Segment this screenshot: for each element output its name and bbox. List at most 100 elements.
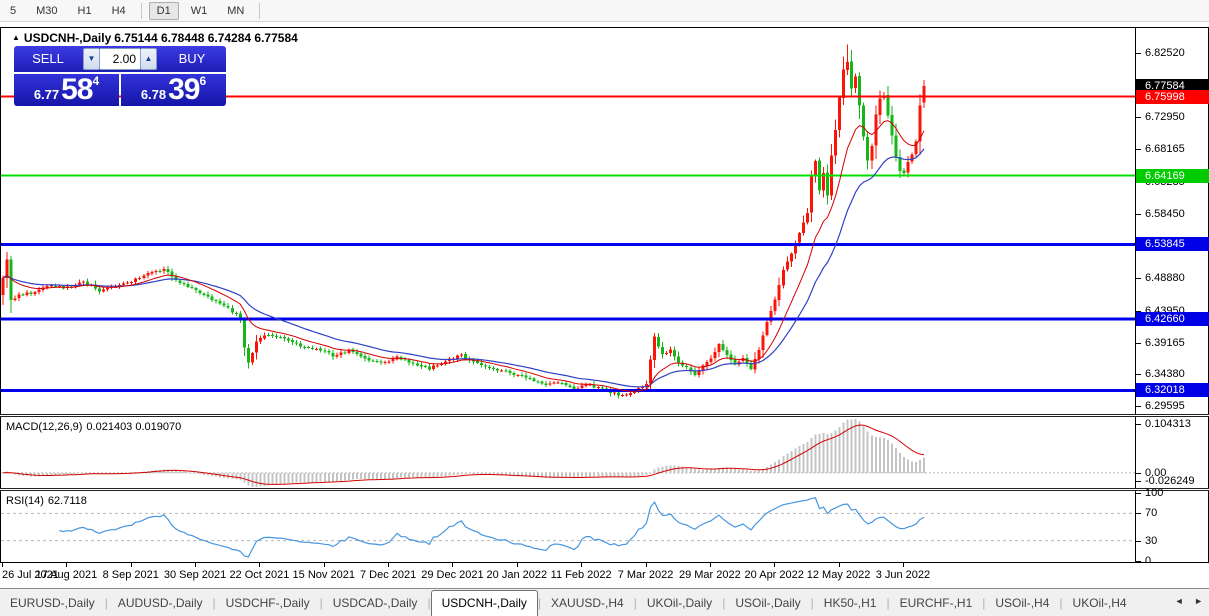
price-badge: 6.42660 <box>1136 312 1209 326</box>
timeframe-button-mn[interactable]: MN <box>219 2 252 20</box>
tab-scroll-left-icon[interactable]: ◄ <box>1175 596 1184 606</box>
tab-eurusd-daily[interactable]: EURUSD-,Daily <box>0 591 105 615</box>
price-tick-label: 6.68165 <box>1145 143 1185 156</box>
tab-usoil-h4[interactable]: USOil-,H4 <box>985 591 1059 615</box>
chart-symbol: USDCNH-,Daily <box>24 31 111 45</box>
date-tick-mark <box>710 563 711 567</box>
rsi-axis-70: 70 <box>1145 507 1157 520</box>
axis-tick-mark <box>1136 374 1141 375</box>
tab-xauusd-h4[interactable]: XAUUSD-,H4 <box>541 591 634 615</box>
trade-prices-row: 6.77 58 4 6.78 39 6 <box>14 74 226 106</box>
tab-eurchf-h1[interactable]: EURCHF-,H1 <box>890 591 983 615</box>
buy-price-display[interactable]: 6.78 39 6 <box>121 74 226 106</box>
macd-panel-separator[interactable] <box>0 414 1209 417</box>
rsi-value: 62.7118 <box>48 495 87 507</box>
timeframe-toolbar: 5M30 H1H4 D1W1MN <box>0 0 1209 22</box>
price-tick-label: 6.39165 <box>1145 337 1185 350</box>
date-label: 15 Nov 2021 <box>293 569 355 581</box>
date-tick-mark <box>66 563 67 567</box>
tab-scroll-right-icon[interactable]: ► <box>1194 596 1203 606</box>
tab-usdcad-daily[interactable]: USDCAD-,Daily <box>323 591 428 615</box>
axis-tick-mark <box>1136 493 1141 494</box>
timeframe-button-h1[interactable]: H1 <box>70 2 100 20</box>
mt4-terminal: 5M30H1H4D1W1MN ▲USDCNH-,Daily6.75144 6.7… <box>0 0 1209 616</box>
axis-tick-mark <box>1136 278 1141 279</box>
price-badge: 6.75998 <box>1136 90 1209 104</box>
tabs-holder: EURUSD-,Daily|AUDUSD-,Daily|USDCHF-,Dail… <box>0 589 1137 616</box>
tab-ukoil-daily[interactable]: UKOil-,Daily <box>637 591 722 615</box>
date-label: 7 Dec 2021 <box>360 569 416 581</box>
date-label: 12 May 2022 <box>807 569 871 581</box>
volume-spinner: ▼ ▲ <box>82 46 158 72</box>
price-tick-label: 6.48880 <box>1145 272 1185 285</box>
sell-button[interactable]: SELL <box>14 46 82 72</box>
tab-hk50-h1[interactable]: HK50-,H1 <box>814 591 887 615</box>
axis-tick-mark <box>1136 53 1141 54</box>
tab-usdcnh-daily[interactable]: USDCNH-,Daily <box>431 590 538 616</box>
price-axis[interactable]: 6.825206.729506.681656.632356.584506.488… <box>1136 27 1209 588</box>
date-label: 11 Feb 2022 <box>551 569 612 581</box>
timeframe-button-d1[interactable]: D1 <box>149 2 179 20</box>
trade-buttons-row: SELL ▼ ▲ BUY <box>14 46 226 72</box>
timeframe-button-m30[interactable]: M30 <box>28 2 65 20</box>
volume-increase-button[interactable]: ▲ <box>140 48 157 70</box>
axis-tick-mark <box>1136 473 1141 474</box>
date-label: 30 Sep 2021 <box>164 569 226 581</box>
chart-title: ▲ USDCNH-,Daily6.75144 6.78448 6.74284 6.… <box>12 31 301 45</box>
chart-ohlc-values: 6.75144 6.78448 6.74284 6.77584 <box>114 31 298 45</box>
timeframe-button-5[interactable]: 5 <box>2 2 24 20</box>
one-click-trade-panel: SELL ▼ ▲ BUY 6.77 58 4 6.78 39 6 <box>14 46 226 106</box>
timeframe-button-w1[interactable]: W1 <box>183 2 216 20</box>
date-tick-mark <box>581 563 582 567</box>
price-badge: 6.32018 <box>1136 383 1209 397</box>
date-tick-mark <box>324 563 325 567</box>
macd-axis-max: 0.104313 <box>1145 418 1191 431</box>
rsi-chart-canvas[interactable] <box>1 492 1135 562</box>
volume-input[interactable] <box>100 48 140 70</box>
axis-tick-mark <box>1136 214 1141 215</box>
tab-usoil-daily[interactable]: USOil-,Daily <box>725 591 810 615</box>
sell-price-point: 4 <box>93 76 100 86</box>
price-tick-label: 6.72950 <box>1145 111 1185 124</box>
rsi-panel-separator[interactable] <box>0 488 1209 491</box>
volume-decrease-button[interactable]: ▼ <box>83 48 100 70</box>
tab-audusd-daily[interactable]: AUDUSD-,Daily <box>108 591 213 615</box>
buy-price-pips: 39 <box>168 76 199 104</box>
axis-tick-mark <box>1136 561 1141 562</box>
rsi-axis-30: 30 <box>1145 535 1157 548</box>
ma-fast-line <box>3 121 924 392</box>
tab-ukoil-h4[interactable]: UKOil-,H4 <box>1063 591 1137 615</box>
date-label: 8 Sep 2021 <box>103 569 159 581</box>
date-tick-mark <box>903 563 904 567</box>
price-tick-label: 6.82520 <box>1145 47 1185 60</box>
axis-tick-mark <box>1136 513 1141 514</box>
horizontal-level-lines[interactable] <box>1 96 1135 392</box>
sell-price-pips: 58 <box>61 76 92 104</box>
tab-usdchf-daily[interactable]: USDCHF-,Daily <box>216 591 320 615</box>
rsi-axis-100: 100 <box>1145 487 1163 500</box>
sell-price-display[interactable]: 6.77 58 4 <box>14 74 119 106</box>
date-label: 20 Apr 2022 <box>745 569 804 581</box>
buy-price-prefix: 6.78 <box>141 86 166 104</box>
toolbar-separator <box>141 3 142 19</box>
date-label: 17 Aug 2021 <box>35 569 97 581</box>
collapse-triangle-icon[interactable]: ▲ <box>12 33 20 42</box>
toolbar-separator <box>259 3 260 19</box>
symbol-tabbar: EURUSD-,Daily|AUDUSD-,Daily|USDCHF-,Dail… <box>0 588 1209 616</box>
rsi-line <box>59 498 924 557</box>
date-label: 29 Mar 2022 <box>679 569 741 581</box>
price-badge: 6.53845 <box>1136 237 1209 251</box>
macd-name: MACD(12,26,9) <box>6 421 82 433</box>
date-label: 29 Dec 2021 <box>421 569 483 581</box>
tab-scroll-arrows: ◄ ► <box>1167 596 1203 606</box>
date-axis[interactable]: 26 Jul 202117 Aug 20218 Sep 202130 Sep 2… <box>0 563 1209 588</box>
timeframe-button-h4[interactable]: H4 <box>104 2 134 20</box>
buy-button[interactable]: BUY <box>158 46 226 72</box>
date-tick-mark <box>259 563 260 567</box>
sell-price-prefix: 6.77 <box>34 86 59 104</box>
date-tick-mark <box>2 563 3 567</box>
date-label: 20 Jan 2022 <box>487 569 548 581</box>
date-tick-mark <box>646 563 647 567</box>
date-tick-mark <box>839 563 840 567</box>
price-tick-label: 6.34380 <box>1145 368 1185 381</box>
